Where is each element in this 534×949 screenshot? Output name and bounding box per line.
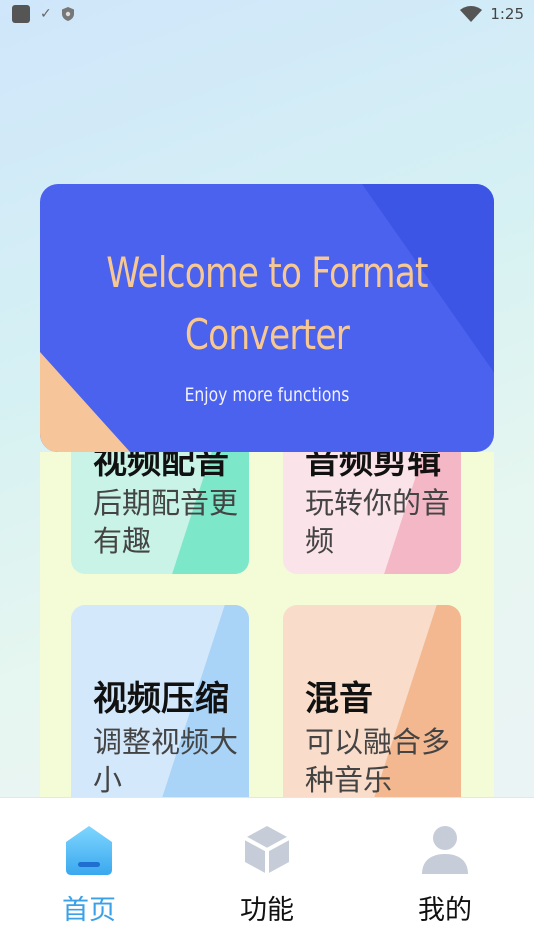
status-right: 1:25 (460, 5, 524, 23)
bottom-tab-bar: 首页 功能 我的 (0, 797, 534, 949)
status-left: ✓ (12, 5, 74, 23)
tab-features[interactable]: 功能 (192, 798, 342, 927)
shield-icon (61, 7, 74, 21)
check-icon: ✓ (40, 6, 52, 22)
card-video-dubbing[interactable]: 视频配音 后期配音更有趣 (71, 452, 249, 574)
app-square-icon (12, 5, 30, 23)
banner-subtitle: Enjoy more functions (184, 384, 350, 406)
card-video-compress[interactable]: 视频压缩 调整视频大小 (71, 605, 249, 797)
wifi-icon (460, 6, 483, 22)
card-audio-mix[interactable]: 混音 可以融合多种音乐 (283, 605, 461, 797)
card-title: 混音 (305, 679, 373, 719)
card-desc: 可以融合多种音乐 (305, 725, 451, 797)
tab-profile-label: 我的 (418, 895, 472, 926)
tab-home-label: 首页 (62, 895, 116, 926)
welcome-banner[interactable]: Welcome to Format Converter Enjoy more f… (40, 184, 494, 452)
home-icon (66, 826, 112, 875)
cube-icon (244, 826, 290, 874)
card-title: 视频配音 (93, 452, 229, 482)
feature-grid: 视频配音 后期配音更有趣 音频剪辑 玩转你的音频 视频压缩 调整视频大小 混音 … (40, 452, 494, 797)
banner-title: Welcome to Format Converter (106, 248, 428, 359)
status-time: 1:25 (490, 5, 524, 23)
card-audio-editing[interactable]: 音频剪辑 玩转你的音频 (283, 452, 461, 574)
card-desc: 玩转你的音频 (305, 486, 451, 558)
status-bar: ✓ 1:25 (0, 0, 534, 28)
user-icon (422, 826, 468, 874)
card-desc: 后期配音更有趣 (93, 486, 239, 558)
tab-home[interactable]: 首页 (14, 798, 164, 927)
card-title: 音频剪辑 (305, 452, 441, 482)
tab-features-label: 功能 (240, 895, 294, 926)
card-title: 视频压缩 (93, 679, 229, 719)
card-desc: 调整视频大小 (93, 725, 239, 797)
tab-profile[interactable]: 我的 (370, 798, 520, 927)
